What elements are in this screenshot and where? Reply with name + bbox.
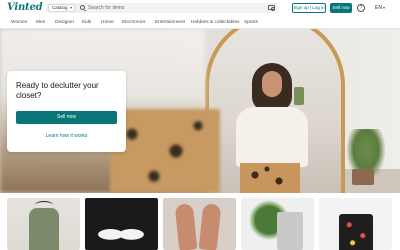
- catalog-dropdown-label: Catalog: [52, 5, 68, 10]
- vinted-logo[interactable]: Vinted: [7, 2, 43, 13]
- hero-foreground-skirt: [110, 109, 220, 193]
- category-hobbies[interactable]: Hobbies & collectables: [191, 18, 240, 27]
- chevron-down-icon: ▾: [383, 5, 386, 10]
- listing-image: [29, 208, 59, 250]
- listing-image: [174, 203, 198, 250]
- listing-image: [198, 203, 222, 250]
- listing-image: [277, 212, 303, 250]
- language-selector[interactable]: EN: [375, 4, 382, 12]
- catalog-dropdown[interactable]: Catalog ▾: [48, 4, 75, 12]
- hero-title: Ready to declutter your closet?: [16, 81, 99, 100]
- category-home[interactable]: Home: [101, 18, 114, 27]
- listing-item-plant[interactable]: [241, 198, 314, 250]
- listing-item-heels[interactable]: [163, 198, 236, 250]
- listing-item-bra[interactable]: [85, 198, 158, 250]
- category-kids[interactable]: Kids: [82, 18, 91, 27]
- sell-now-header-button[interactable]: Sell now: [330, 3, 352, 13]
- category-sports[interactable]: Sports: [244, 18, 258, 27]
- chevron-down-icon: ▾: [69, 5, 72, 10]
- listing-image: [95, 224, 147, 250]
- search-bar[interactable]: Catalog ▾ Search for items: [46, 3, 279, 13]
- listing-item-floral-garment[interactable]: [319, 198, 392, 250]
- signup-login-button[interactable]: Sign up | Log in: [292, 3, 326, 13]
- category-entertainment[interactable]: Entertainment: [155, 18, 185, 27]
- help-icon[interactable]: ?: [357, 4, 365, 12]
- learn-how-it-works-link[interactable]: Learn how it works: [16, 131, 117, 141]
- declutter-card: Ready to declutter your closet? Sell now…: [7, 71, 126, 152]
- listing-item-cardigan[interactable]: [7, 198, 80, 250]
- hero-person-face: [262, 71, 282, 97]
- search-icon: [80, 5, 85, 10]
- listing-row: [0, 198, 400, 250]
- category-men[interactable]: Men: [36, 18, 45, 27]
- listing-image: [339, 214, 373, 250]
- search-input[interactable]: Search for items: [88, 4, 124, 12]
- category-designer[interactable]: Designer: [55, 18, 74, 27]
- camera-icon[interactable]: [268, 5, 275, 11]
- category-electronics[interactable]: Electronics: [122, 18, 145, 27]
- top-header: Vinted Catalog ▾ Search for items Sign u…: [0, 0, 400, 17]
- hero-person-skirt: [240, 163, 300, 193]
- category-women[interactable]: Women: [11, 18, 27, 27]
- category-nav: Women Men Designer Kids Home Electronics…: [0, 17, 400, 29]
- hero-plant-pot: [352, 169, 374, 185]
- hero-phone: [294, 87, 304, 105]
- hero-person-blouse: [236, 107, 308, 167]
- sell-now-button[interactable]: Sell now: [16, 111, 117, 124]
